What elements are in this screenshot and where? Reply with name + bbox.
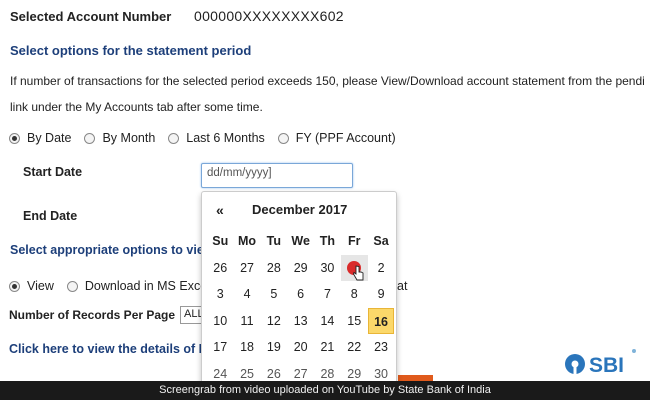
radio-label: FY (PPF Account) <box>295 131 396 145</box>
sbi-logo: SBI <box>565 349 636 377</box>
calendar-day[interactable]: 20 <box>287 334 314 360</box>
account-label: Selected Account Number <box>10 9 172 24</box>
calendar-weekday-sa: Sa <box>373 234 389 248</box>
radio-download-excel[interactable]: Download in MS Exce <box>66 279 208 293</box>
calendar-day[interactable]: 1 <box>341 254 368 281</box>
calendar-header: « December 2017 <box>202 202 396 220</box>
video-caption: Screengrab from video uploaded on YouTub… <box>0 381 650 400</box>
radio-button[interactable] <box>9 280 20 292</box>
calendar-day[interactable]: 9 <box>368 281 395 307</box>
calendar-day[interactable]: 11 <box>234 308 261 334</box>
calendar-day[interactable]: 16 <box>367 307 395 334</box>
info-text-line1: If number of transactions for the select… <box>10 74 645 88</box>
calendar-weekday-we: We <box>291 234 310 248</box>
radio-label: Last 6 Months <box>186 131 265 145</box>
calendar-weekday-fr: Fr <box>348 234 361 248</box>
period-options: By Date By Month Last 6 Months FY (PPF A… <box>9 131 409 145</box>
download-format-label: at <box>397 279 408 293</box>
calendar-day[interactable]: 7 <box>314 281 341 307</box>
calendar-day[interactable]: 14 <box>314 308 341 334</box>
calendar-day[interactable]: 23 <box>368 334 395 360</box>
radio-button[interactable] <box>9 132 20 144</box>
radio-label: View <box>27 279 54 293</box>
start-date-input[interactable]: dd/mm/yyyy] <box>201 163 353 188</box>
calendar-day[interactable]: 21 <box>314 334 341 360</box>
calendar-weekday-mo: Mo <box>238 234 257 248</box>
radio-by-month[interactable]: By Month <box>84 131 155 145</box>
calendar-day[interactable]: 28 <box>261 255 288 281</box>
calendar-day[interactable]: 5 <box>261 281 288 307</box>
radio-label: Download in MS Exce <box>84 279 208 293</box>
calendar-day[interactable]: 13 <box>287 308 314 334</box>
radio-button[interactable] <box>277 132 289 144</box>
calendar-day[interactable]: 17 <box>207 334 234 360</box>
start-date-placeholder: dd/mm/yyyy] <box>207 167 272 179</box>
options-section-title: Select appropriate options to view <box>10 243 214 257</box>
calendar-weekday-th: Th <box>319 234 336 248</box>
radio-label: By Month <box>102 131 156 145</box>
details-link[interactable]: Click here to view the details of M <box>9 342 209 356</box>
calendar-prev-month-button[interactable]: « <box>216 202 224 218</box>
calendar-weekday-su: Su <box>212 234 229 248</box>
calendar-day[interactable]: 10 <box>207 308 234 334</box>
calendar-day[interactable]: 4 <box>234 281 261 307</box>
calendar-day[interactable]: 30 <box>314 255 341 281</box>
sbi-logo-text: SBI <box>589 354 624 377</box>
calendar-day[interactable]: 22 <box>341 334 368 360</box>
period-section-title: Select options for the statement period <box>10 43 252 58</box>
calendar-day[interactable]: 26 <box>207 255 234 281</box>
radio-button[interactable] <box>168 132 180 144</box>
calendar-month-title: December 2017 <box>252 202 348 217</box>
radio-label: By Date <box>27 131 72 145</box>
calendar-day[interactable]: 2 <box>368 255 395 281</box>
radio-by-date[interactable]: By Date <box>9 131 71 145</box>
account-number: 000000XXXXXXXX602 <box>194 8 344 24</box>
radio-button[interactable] <box>84 132 96 144</box>
radio-button[interactable] <box>66 280 78 292</box>
radio-last-6-months[interactable]: Last 6 Months <box>168 131 265 145</box>
calendar-day[interactable]: 3 <box>207 281 234 307</box>
hand-cursor-icon <box>353 264 364 280</box>
info-text-line2: link under the My Accounts tab after som… <box>10 100 263 114</box>
calendar-day[interactable]: 15 <box>341 308 368 334</box>
calendar-day[interactable]: 12 <box>261 308 288 334</box>
view-options: View Download in MS Exce <box>9 279 220 293</box>
calendar-day[interactable]: 8 <box>341 281 368 307</box>
calendar-weekday-tu: Tu <box>266 234 282 248</box>
end-date-label: End Date <box>23 209 78 223</box>
records-per-page-label: Number of Records Per Page <box>9 308 176 322</box>
start-date-label: Start Date <box>23 165 83 179</box>
date-picker-calendar: « December 2017 Su Mo Tu We Th Fr Sa 26 27 28 29 30… <box>201 191 397 391</box>
calendar-day[interactable]: 6 <box>287 281 314 307</box>
calendar-day[interactable]: 18 <box>234 334 261 360</box>
radio-view[interactable]: View <box>9 279 54 293</box>
radio-fy-ppf[interactable]: FY (PPF Account) <box>277 131 396 145</box>
calendar-day[interactable]: 29 <box>287 255 314 281</box>
calendar-day[interactable]: 19 <box>261 334 288 360</box>
calendar-day[interactable]: 27 <box>234 255 261 281</box>
decor-dot <box>632 349 636 353</box>
